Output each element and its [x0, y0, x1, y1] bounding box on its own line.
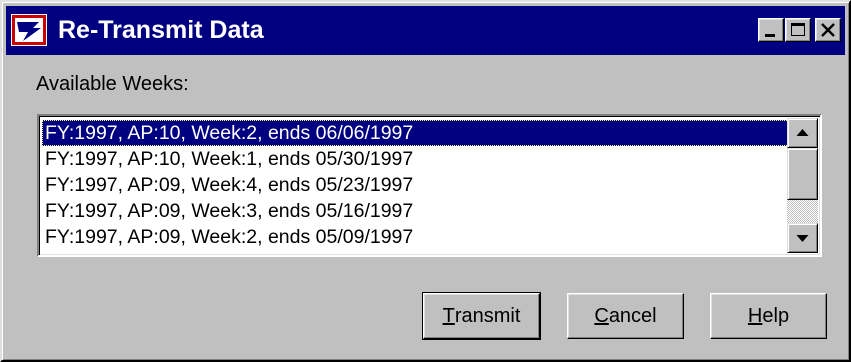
list-item[interactable]: FY:1997, AP:10, Week:1, ends 05/30/1997 — [42, 146, 805, 172]
cancel-button[interactable]: Cancel — [567, 293, 684, 339]
maximize-icon — [791, 23, 805, 36]
available-weeks-listbox[interactable]: FY:1997, AP:10, Week:2, ends 06/06/1997 F… — [37, 114, 822, 257]
eagle-logo-icon — [11, 14, 47, 46]
minimize-button[interactable] — [758, 18, 784, 42]
list-item[interactable]: FY:1997, AP:10, Week:2, ends 06/06/1997 — [42, 120, 805, 146]
scroll-down-button[interactable] — [787, 223, 818, 253]
close-icon — [821, 23, 835, 37]
list-items: FY:1997, AP:10, Week:2, ends 06/06/1997 F… — [42, 120, 805, 253]
scroll-thumb[interactable] — [787, 148, 818, 200]
minimize-icon — [765, 34, 775, 37]
maximize-button[interactable] — [785, 18, 811, 42]
close-button[interactable] — [815, 18, 841, 42]
help-accel: H — [747, 304, 763, 327]
help-label: elp — [762, 304, 790, 327]
transmit-button[interactable]: Transmit — [422, 292, 541, 340]
re-transmit-dialog: Re-Transmit Data Available Weeks: FY:199… — [0, 0, 851, 362]
cancel-accel: C — [594, 304, 609, 327]
vertical-scrollbar[interactable] — [787, 118, 818, 253]
available-weeks-label: Available Weeks: — [36, 73, 189, 95]
list-item[interactable]: FY:1997, AP:09, Week:4, ends 05/23/1997 — [42, 172, 805, 198]
cancel-label: ancel — [608, 304, 657, 327]
list-item[interactable]: FY:1997, AP:09, Week:3, ends 05/16/1997 — [42, 198, 805, 224]
transmit-label: ransmit — [454, 304, 521, 327]
list-item[interactable]: FY:1997, AP:09, Week:2, ends 05/09/1997 — [42, 224, 805, 250]
help-button[interactable]: Help — [710, 293, 827, 339]
window-title: Re-Transmit Data — [58, 16, 264, 44]
scroll-up-button[interactable] — [787, 118, 818, 148]
arrow-up-icon — [796, 129, 809, 136]
arrow-down-icon — [796, 235, 809, 242]
transmit-accel: T — [442, 304, 455, 327]
title-bar[interactable]: Re-Transmit Data — [6, 6, 845, 55]
